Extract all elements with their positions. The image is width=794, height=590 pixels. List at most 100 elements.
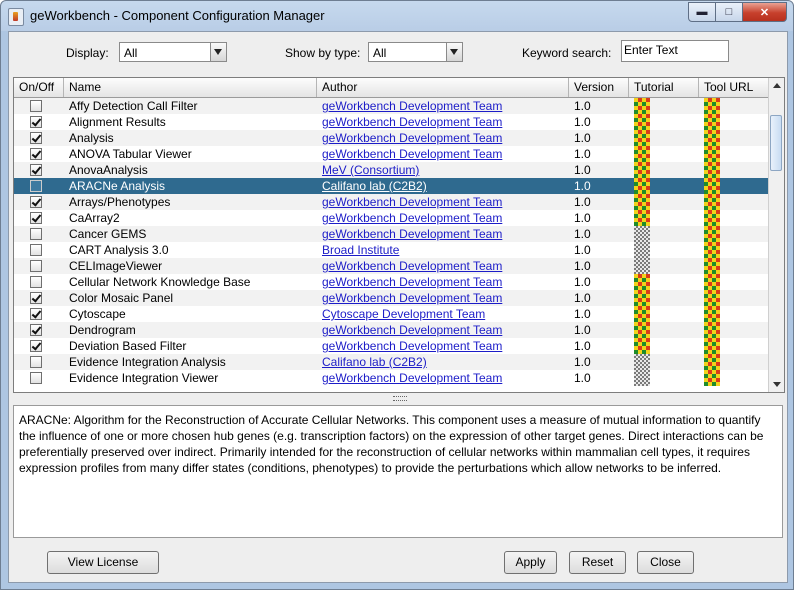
tool-url-link[interactable] [704, 146, 720, 162]
tool-url-link[interactable] [704, 242, 720, 258]
tool-url-link[interactable] [704, 338, 720, 354]
tool-url-link[interactable] [704, 274, 720, 290]
author-link[interactable]: geWorkbench Development Team [322, 322, 572, 338]
enable-checkbox[interactable] [30, 228, 42, 240]
enable-checkbox[interactable] [30, 132, 42, 144]
author-link[interactable]: geWorkbench Development Team [322, 98, 572, 114]
author-link[interactable]: geWorkbench Development Team [322, 146, 572, 162]
table-row[interactable]: Dendrogram geWorkbench Development Team 1.… [14, 322, 768, 338]
enable-checkbox[interactable] [30, 148, 42, 160]
enable-checkbox[interactable] [30, 260, 42, 272]
enable-checkbox[interactable] [30, 324, 42, 336]
enable-checkbox[interactable] [30, 244, 42, 256]
tutorial-link[interactable] [634, 290, 650, 306]
close-window-button[interactable]: ✕ [743, 2, 787, 22]
tutorial-link[interactable] [634, 130, 650, 146]
tool-url-link[interactable] [704, 162, 720, 178]
title-bar[interactable]: geWorkbench - Component Configuration Ma… [1, 1, 793, 31]
tool-url-link[interactable] [704, 130, 720, 146]
tool-url-link[interactable] [704, 98, 720, 114]
tutorial-link[interactable] [634, 258, 650, 274]
table-row[interactable]: CaArray2 geWorkbench Development Team 1.0 [14, 210, 768, 226]
table-row[interactable]: Affy Detection Call Filter geWorkbench De… [14, 98, 768, 114]
keyword-search-field[interactable] [621, 40, 729, 62]
table-row[interactable]: Cancer GEMS geWorkbench Development Team 1… [14, 226, 768, 242]
table-row[interactable]: Cellular Network Knowledge Base geWorkben… [14, 274, 768, 290]
column-header-tutorial[interactable]: Tutorial [629, 78, 699, 97]
author-link[interactable]: geWorkbench Development Team [322, 338, 572, 354]
tool-url-link[interactable] [704, 290, 720, 306]
tutorial-link[interactable] [634, 114, 650, 130]
table-row[interactable]: Deviation Based Filter geWorkbench Develo… [14, 338, 768, 354]
tutorial-link[interactable] [634, 242, 650, 258]
table-row[interactable]: CELImageViewer geWorkbench Development Te… [14, 258, 768, 274]
column-header-tool-url[interactable]: Tool URL [699, 78, 768, 97]
tool-url-link[interactable] [704, 194, 720, 210]
view-license-button[interactable]: View License [47, 551, 159, 574]
table-row[interactable]: Arrays/Phenotypes geWorkbench Development… [14, 194, 768, 210]
enable-checkbox[interactable] [30, 356, 42, 368]
enable-checkbox[interactable] [30, 164, 42, 176]
display-combobox[interactable]: All [119, 42, 227, 62]
scroll-up-icon[interactable] [769, 78, 784, 94]
table-row[interactable]: ARACNe Analysis Califano lab (C2B2) 1.0 [14, 178, 768, 194]
column-header-author[interactable]: Author [317, 78, 569, 97]
author-link[interactable]: geWorkbench Development Team [322, 114, 572, 130]
tool-url-link[interactable] [704, 258, 720, 274]
tool-url-link[interactable] [704, 322, 720, 338]
table-scrollbar[interactable] [768, 78, 784, 392]
reset-button[interactable]: Reset [569, 551, 626, 574]
enable-checkbox[interactable] [30, 116, 42, 128]
enable-checkbox[interactable] [30, 372, 42, 384]
scrollbar-thumb[interactable] [770, 115, 782, 171]
apply-button[interactable]: Apply [504, 551, 557, 574]
table-row[interactable]: Analysis geWorkbench Development Team 1.0 [14, 130, 768, 146]
tutorial-link[interactable] [634, 226, 650, 242]
minimize-button[interactable]: ▬ [688, 2, 716, 22]
table-row[interactable]: Color Mosaic Panel geWorkbench Developmen… [14, 290, 768, 306]
tutorial-link[interactable] [634, 162, 650, 178]
scroll-down-icon[interactable] [769, 376, 784, 392]
tool-url-link[interactable] [704, 354, 720, 370]
table-row[interactable]: Cytoscape Cytoscape Development Team 1.0 [14, 306, 768, 322]
author-link[interactable]: geWorkbench Development Team [322, 226, 572, 242]
author-link[interactable]: geWorkbench Development Team [322, 194, 572, 210]
tutorial-link[interactable] [634, 354, 650, 370]
tutorial-link[interactable] [634, 274, 650, 290]
column-header-name[interactable]: Name [64, 78, 317, 97]
table-row[interactable]: CART Analysis 3.0 Broad Institute 1.0 [14, 242, 768, 258]
tool-url-link[interactable] [704, 306, 720, 322]
table-row[interactable]: Alignment Results geWorkbench Development… [14, 114, 768, 130]
tool-url-link[interactable] [704, 178, 720, 194]
enable-checkbox[interactable] [30, 340, 42, 352]
tool-url-link[interactable] [704, 226, 720, 242]
author-link[interactable]: geWorkbench Development Team [322, 210, 572, 226]
table-row[interactable]: ANOVA Tabular Viewer geWorkbench Developm… [14, 146, 768, 162]
author-link[interactable]: Califano lab (C2B2) [322, 354, 572, 370]
column-header-on-off[interactable]: On/Off [14, 78, 64, 97]
table-row[interactable]: AnovaAnalysis MeV (Consortium) 1.0 [14, 162, 768, 178]
author-link[interactable]: Califano lab (C2B2) [322, 178, 572, 194]
enable-checkbox[interactable] [30, 212, 42, 224]
tutorial-link[interactable] [634, 322, 650, 338]
author-link[interactable]: Broad Institute [322, 242, 572, 258]
tutorial-link[interactable] [634, 146, 650, 162]
splitter-handle[interactable] [13, 393, 783, 401]
enable-checkbox[interactable] [30, 196, 42, 208]
tutorial-link[interactable] [634, 370, 650, 386]
author-link[interactable]: geWorkbench Development Team [322, 290, 572, 306]
chevron-down-icon[interactable] [210, 43, 226, 61]
enable-checkbox[interactable] [30, 100, 42, 112]
table-row[interactable]: Evidence Integration Viewer geWorkbench D… [14, 370, 768, 386]
enable-checkbox[interactable] [30, 292, 42, 304]
tool-url-link[interactable] [704, 210, 720, 226]
tutorial-link[interactable] [634, 210, 650, 226]
author-link[interactable]: geWorkbench Development Team [322, 370, 572, 386]
tutorial-link[interactable] [634, 338, 650, 354]
close-button[interactable]: Close [637, 551, 694, 574]
type-combobox[interactable]: All [368, 42, 463, 62]
enable-checkbox[interactable] [30, 180, 42, 192]
maximize-button[interactable]: □ [716, 2, 743, 22]
tutorial-link[interactable] [634, 194, 650, 210]
tool-url-link[interactable] [704, 370, 720, 386]
